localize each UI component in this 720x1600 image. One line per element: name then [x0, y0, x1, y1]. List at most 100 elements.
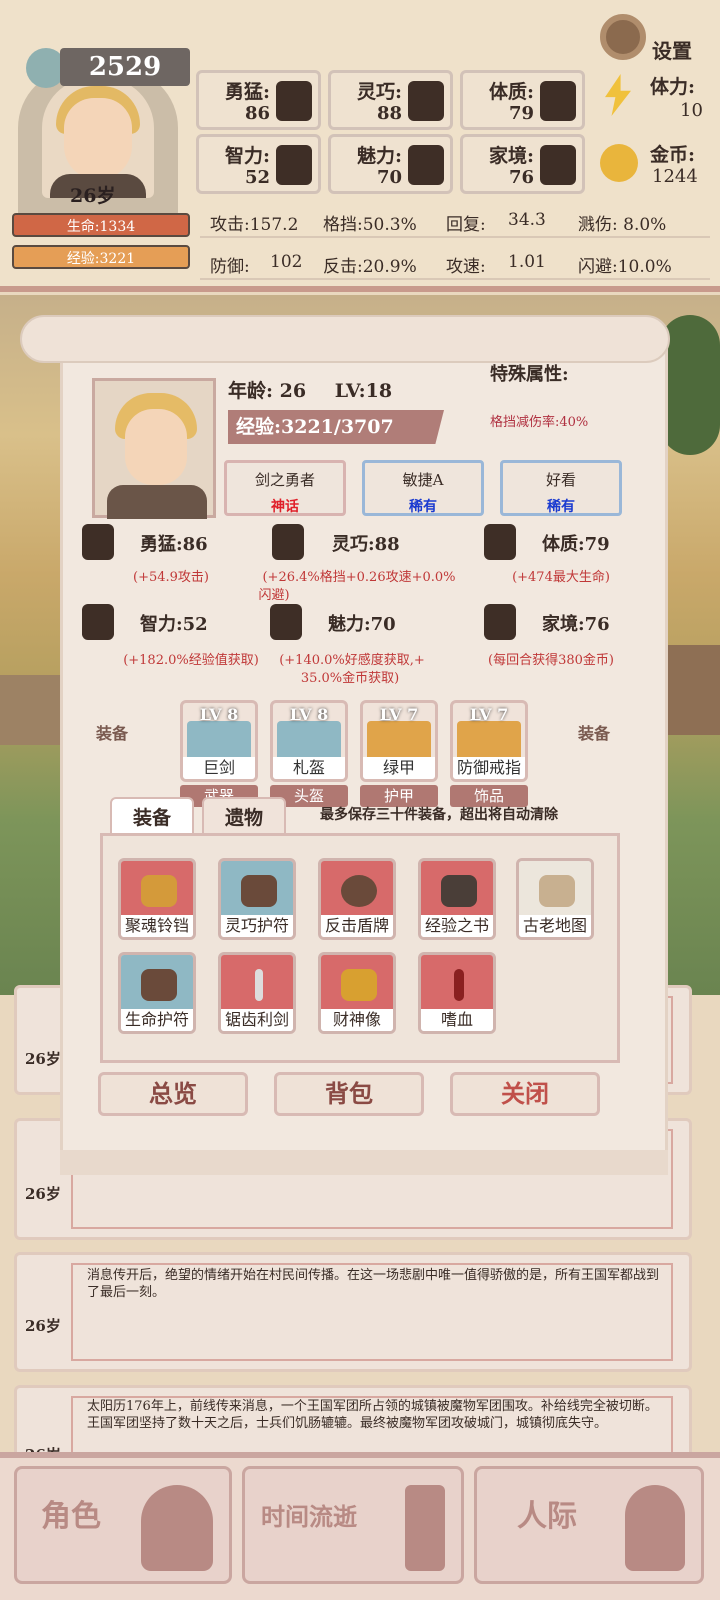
- inventory-item[interactable]: 反击盾牌: [318, 858, 396, 940]
- age-level-line: 年龄: 26 LV:18: [228, 376, 392, 403]
- fist-icon: [82, 524, 114, 560]
- face: [125, 409, 187, 485]
- equip-slot-accessory[interactable]: LV 7 防御戒指: [450, 700, 528, 782]
- flower-icon: [270, 604, 302, 640]
- gold-icon: [600, 144, 638, 182]
- log-age: 26岁: [25, 1317, 61, 1335]
- trait-rarity: 稀有: [409, 499, 437, 515]
- portrait: [92, 378, 216, 519]
- stat-charm[interactable]: 魅力: 70: [328, 134, 453, 194]
- equip-slot-armor[interactable]: LV 7 绿甲: [360, 700, 438, 782]
- equip-level: LV 7: [379, 705, 419, 724]
- equip-label: 装备: [578, 724, 611, 743]
- gear-icon[interactable]: [600, 14, 646, 60]
- stat-intelligence[interactable]: 智力: 52: [196, 134, 321, 194]
- statue-icon: [341, 969, 377, 1001]
- trait-badge[interactable]: 好看 稀有: [500, 460, 622, 516]
- inventory-item[interactable]: 生命护符: [118, 952, 196, 1034]
- equip-slot-helmet[interactable]: LV 8 札盔: [270, 700, 348, 782]
- attr-effect: (+182.0%经验值获取): [123, 653, 259, 668]
- dagger-icon: [454, 969, 464, 1001]
- trait-badge[interactable]: 敏捷A 稀有: [362, 460, 484, 516]
- bag-button[interactable]: 背包: [274, 1072, 424, 1116]
- nav-character[interactable]: 角色: [14, 1466, 232, 1584]
- shield-icon: [341, 875, 377, 907]
- special-value: 格挡减伤率:40%: [490, 415, 589, 430]
- stat-label: 家境:: [489, 145, 535, 167]
- settings-button[interactable]: 设置: [652, 35, 692, 64]
- age-label: 年龄:: [228, 380, 274, 402]
- stat-family[interactable]: 家境: 76: [460, 134, 585, 194]
- close-button[interactable]: 关闭: [450, 1072, 600, 1116]
- amulet-icon: [141, 969, 177, 1001]
- hp-bar: 生命:1334: [12, 213, 190, 237]
- trait-name: 敏捷A: [402, 471, 444, 489]
- tab-equipment[interactable]: 装备: [110, 797, 194, 835]
- hand-coin-icon: [540, 145, 576, 185]
- stat-value: 76: [508, 167, 534, 188]
- stat-bravery[interactable]: 勇猛: 86: [196, 70, 321, 130]
- overview-button[interactable]: 总览: [98, 1072, 248, 1116]
- regen-value: 34.3: [508, 210, 546, 230]
- hourglass-icon: [405, 1485, 445, 1571]
- speed-value: 1.01: [508, 252, 546, 272]
- age-label: 26岁: [70, 185, 116, 207]
- item-name: 嗜血: [421, 1009, 493, 1031]
- brain-icon: [82, 604, 114, 640]
- helmet-icon: [277, 721, 341, 761]
- equip-name: 巨剑: [183, 757, 255, 779]
- attr-bravery: 勇猛:86: [140, 534, 208, 555]
- stat-label: 体质:: [489, 81, 535, 103]
- shirt: [107, 485, 207, 519]
- inventory-item[interactable]: 锯齿利剑: [218, 952, 296, 1034]
- gold-label: 金币:: [650, 144, 696, 166]
- exp-bar: 经验:3221/3707: [228, 410, 444, 444]
- inventory-item[interactable]: 经验之书: [418, 858, 496, 940]
- inventory-item[interactable]: 聚魂铃铛: [118, 858, 196, 940]
- inventory-item[interactable]: 灵巧护符: [218, 858, 296, 940]
- stat-value: 70: [376, 167, 402, 188]
- nav-time[interactable]: 时间流逝: [242, 1466, 464, 1584]
- attr-effect: 闪避): [258, 588, 290, 603]
- stat-label: 魅力:: [357, 145, 403, 167]
- cloak-icon: [408, 81, 444, 121]
- equip-name: 札盔: [273, 757, 345, 779]
- ring-icon: [457, 721, 521, 761]
- storage-note: 最多保存三十件装备，超出将自动清除: [320, 807, 558, 823]
- hand-coin-icon: [484, 604, 516, 640]
- attr-charm: 魅力:70: [328, 614, 396, 635]
- stat-constitution[interactable]: 体质: 79: [460, 70, 585, 130]
- equip-name: 绿甲: [363, 757, 435, 779]
- character-icon: [141, 1485, 213, 1571]
- item-name: 经验之书: [421, 915, 493, 937]
- dodge-stat: 闪避:10.0%: [578, 257, 672, 277]
- nav-label: 时间流逝: [261, 1502, 357, 1531]
- log-text: 消息传开后，绝望的情绪开始在村民间传播。在这一场悲剧中唯一值得骄傲的是，所有王国…: [87, 1268, 660, 1300]
- block-stat: 格挡:50.3%: [323, 215, 417, 235]
- stat-value: 79: [508, 103, 534, 124]
- nav-label: 角色: [41, 1499, 101, 1534]
- stat-agility[interactable]: 灵巧: 88: [328, 70, 453, 130]
- inventory-item[interactable]: 财神像: [318, 952, 396, 1034]
- log-age: 26岁: [25, 1185, 61, 1203]
- tab-relics[interactable]: 遗物: [202, 797, 286, 835]
- stamina-label: 体力:: [650, 76, 696, 98]
- stat-label: 勇猛:: [225, 81, 271, 103]
- character-header: 2529 26岁 生命:1334 经验:3221 勇猛: 86 灵巧: 88 体…: [0, 0, 720, 292]
- cloak-icon: [272, 524, 304, 560]
- inventory-item[interactable]: 古老地图: [516, 858, 594, 940]
- attr-effect: (+474最大生命): [512, 570, 610, 585]
- equip-slot-weapon[interactable]: LV 8 巨剑: [180, 700, 258, 782]
- inventory-item[interactable]: 嗜血: [418, 952, 496, 1034]
- avatar[interactable]: [42, 78, 154, 198]
- equip-label: 装备: [96, 724, 129, 743]
- nav-social[interactable]: 人际: [474, 1466, 704, 1584]
- stat-value: 88: [376, 103, 402, 124]
- trait-badge[interactable]: 剑之勇者 神话: [224, 460, 346, 516]
- map-icon: [539, 875, 575, 907]
- armor-icon: [367, 721, 431, 761]
- attr-intelligence: 智力:52: [140, 614, 208, 635]
- flower-icon: [408, 145, 444, 185]
- book-icon: [441, 875, 477, 907]
- regen-label: 回复:: [446, 215, 486, 235]
